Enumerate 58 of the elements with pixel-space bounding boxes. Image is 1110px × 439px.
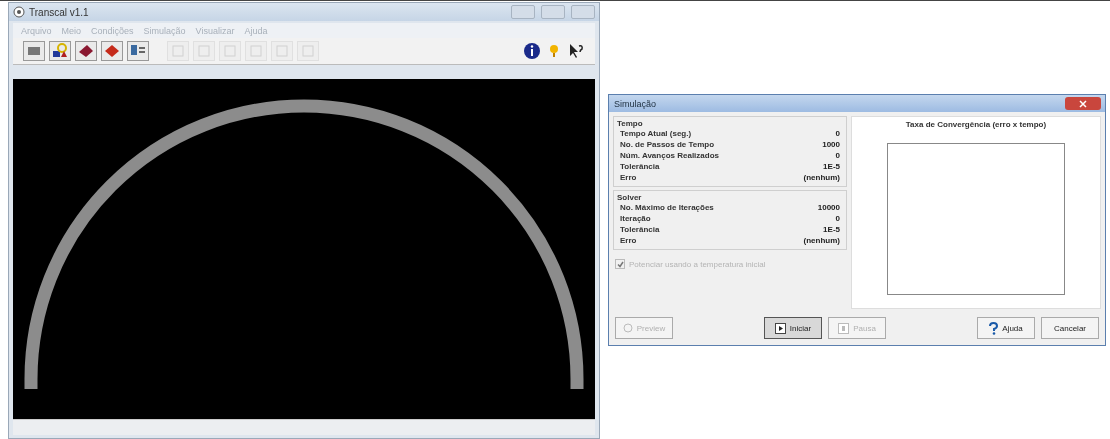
help-button[interactable]: Ajuda <box>977 317 1035 339</box>
field-value: 0 <box>835 213 840 224</box>
preview-icon <box>622 323 633 333</box>
question-icon <box>989 321 999 335</box>
menu-item[interactable]: Simulação <box>143 25 186 36</box>
field-label: Erro <box>620 172 637 183</box>
field-label: Tempo Atual (seg.) <box>620 128 692 139</box>
field-value: 1E-5 <box>823 161 840 172</box>
maximize-button[interactable] <box>541 5 565 19</box>
field-label: No. Máximo de Iterações <box>620 202 714 213</box>
cancel-button[interactable]: Cancelar <box>1041 317 1099 339</box>
group-title: Solver <box>617 193 643 202</box>
menu-item[interactable]: Arquivo <box>21 25 52 36</box>
toolbar-button[interactable] <box>49 41 71 61</box>
toolbar-button[interactable] <box>75 41 97 61</box>
step-icon <box>221 42 239 60</box>
tool-icon <box>103 42 121 60</box>
pause-icon <box>838 322 850 334</box>
tool-icon <box>77 42 95 60</box>
start-button[interactable]: Iniciar <box>764 317 822 339</box>
field-label: Iteração <box>620 213 651 224</box>
app-icon <box>13 6 25 18</box>
field-value: (nenhum) <box>803 172 840 183</box>
menu-item[interactable]: Condições <box>91 25 134 36</box>
field-label: Tolerância <box>620 161 660 172</box>
dialog-title: Simulação <box>614 98 658 109</box>
step-icon <box>299 42 317 60</box>
info-icon[interactable] <box>523 42 541 60</box>
help-pointer-icon[interactable] <box>567 42 585 60</box>
step-icon <box>273 42 291 60</box>
step-icon <box>195 42 213 60</box>
toolbar-button[interactable] <box>23 41 45 61</box>
field-label: No. de Passos de Tempo <box>620 139 715 150</box>
chart-title: Taxa de Convergência (erro x tempo) <box>905 120 1047 129</box>
menu-item[interactable]: Meio <box>61 25 82 36</box>
field-value: 0 <box>835 150 840 161</box>
play-icon <box>774 322 786 334</box>
field-value: 1000 <box>822 139 840 150</box>
menu-item[interactable]: Ajuda <box>244 25 268 36</box>
field-label: Tolerância <box>620 224 660 235</box>
group-title: Tempo <box>617 119 644 128</box>
minimize-button[interactable] <box>511 5 535 19</box>
field-value: 1E-5 <box>823 224 840 235</box>
step-icon <box>169 42 187 60</box>
field-value: 10000 <box>817 202 840 213</box>
window-title: Transcal v1.1 <box>29 6 90 18</box>
toolbar-button[interactable] <box>127 41 149 61</box>
step-icon <box>247 42 265 60</box>
field-label: Erro <box>620 235 637 246</box>
close-icon <box>1079 99 1087 108</box>
close-button[interactable] <box>1065 97 1101 110</box>
check-icon <box>616 260 624 268</box>
tool-icon <box>51 42 69 60</box>
field-label: Núm. Avanços Realizados <box>620 150 719 161</box>
menu-item[interactable]: Visualizar <box>195 25 235 36</box>
field-value: (nenhum) <box>803 235 840 246</box>
field-value: 0 <box>835 128 840 139</box>
toolbar-button[interactable] <box>101 41 123 61</box>
